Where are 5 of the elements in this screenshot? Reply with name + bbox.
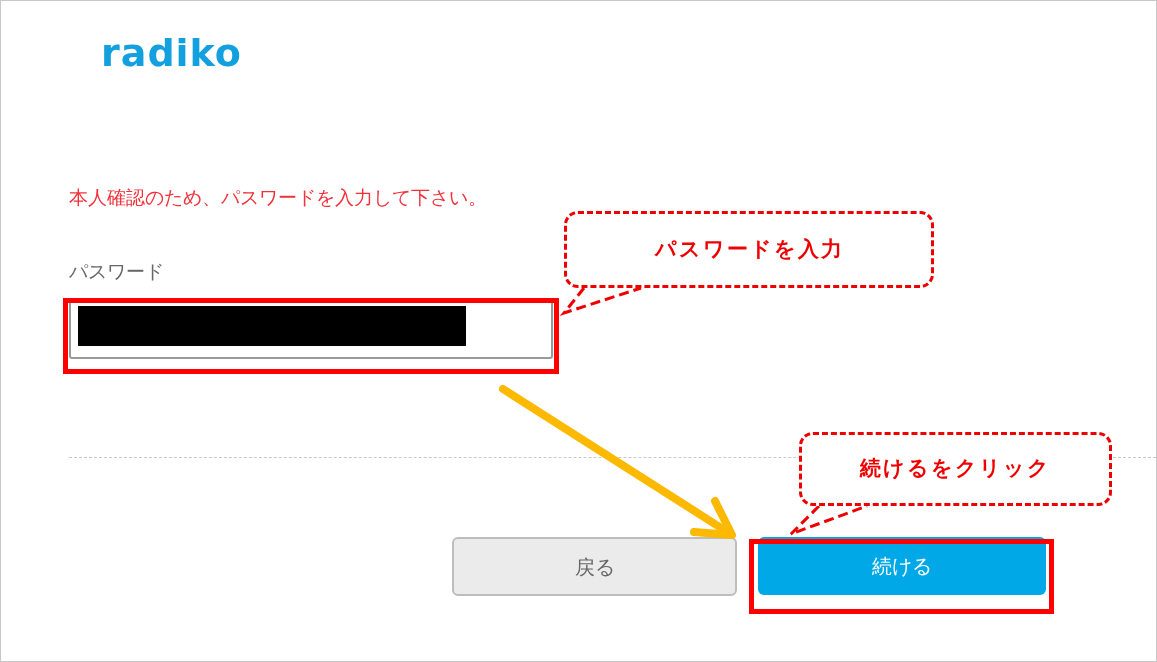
continue-button[interactable]: 続ける [758, 537, 1046, 595]
logo: radiko [101, 30, 243, 77]
field-label: パスワード [69, 258, 165, 284]
back-button[interactable]: 戻る [452, 537, 737, 596]
instruction-text: 本人確認のため、パスワードを入力して下さい。 [69, 185, 488, 210]
